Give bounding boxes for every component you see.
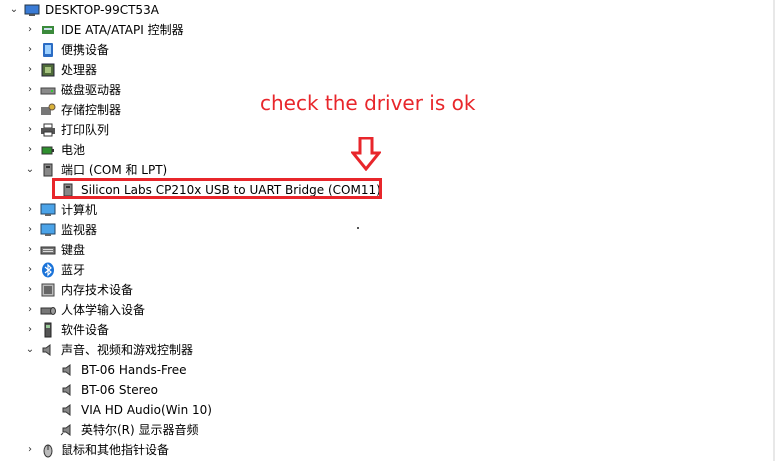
software-device-icon xyxy=(40,322,56,338)
processor-icon xyxy=(40,62,56,78)
speaker-icon xyxy=(60,422,76,438)
printer-icon xyxy=(40,122,56,138)
storage-controller-icon xyxy=(40,102,56,118)
chevron-right-icon[interactable]: › xyxy=(24,220,36,240)
chevron-down-icon[interactable]: ⌄ xyxy=(24,160,36,180)
tree-item-label: 人体学输入设备 xyxy=(61,303,146,317)
chevron-right-icon[interactable]: › xyxy=(24,140,36,160)
hid-icon xyxy=(40,302,56,318)
tree-item-label: BT-06 Hands-Free xyxy=(81,363,187,377)
chevron-right-icon[interactable]: › xyxy=(24,320,36,340)
tree-item-label: 电池 xyxy=(61,143,86,157)
chevron-right-icon[interactable]: › xyxy=(24,260,36,280)
chevron-right-icon[interactable]: › xyxy=(24,80,36,100)
tree-item-label: 磁盘驱动器 xyxy=(61,83,122,97)
memory-icon xyxy=(40,282,56,298)
tree-item-label: IDE ATA/ATAPI 控制器 xyxy=(61,23,184,37)
tree-item-label: 软件设备 xyxy=(61,323,110,337)
tree-item-label: 便携设备 xyxy=(61,43,110,57)
chevron-right-icon[interactable]: › xyxy=(24,60,36,80)
speaker-icon xyxy=(60,402,76,418)
disk-drive-icon xyxy=(40,82,56,98)
battery-icon xyxy=(40,142,56,158)
speaker-icon xyxy=(40,342,56,358)
chevron-down-icon[interactable]: ⌄ xyxy=(8,0,20,20)
chevron-right-icon[interactable]: › xyxy=(24,280,36,300)
tree-item-label: 监视器 xyxy=(61,223,98,237)
mouse-icon xyxy=(40,442,56,458)
tree-item-label: 声音、视频和游戏控制器 xyxy=(61,343,194,357)
speaker-icon xyxy=(60,382,76,398)
keyboard-icon xyxy=(40,242,56,258)
tree-item-label: 端口 (COM 和 LPT) xyxy=(61,163,168,177)
chevron-right-icon[interactable]: › xyxy=(24,100,36,120)
ide-controller-icon xyxy=(40,22,56,38)
tree-item-label: 处理器 xyxy=(61,63,98,77)
root-label: DESKTOP-99CT53A xyxy=(45,3,159,17)
annotation-text: check the driver is ok xyxy=(260,91,476,115)
tree-item-label: 计算机 xyxy=(61,203,98,217)
tree-item-label: 键盘 xyxy=(61,243,86,257)
monitor-icon xyxy=(40,222,56,238)
chevron-right-icon[interactable]: › xyxy=(24,20,36,40)
tree-item-label: 英特尔(R) 显示器音频 xyxy=(81,423,199,437)
chevron-right-icon[interactable]: › xyxy=(24,240,36,260)
speaker-icon xyxy=(60,362,76,378)
monitor-icon xyxy=(40,202,56,218)
tree-item-label: 鼠标和其他指针设备 xyxy=(61,443,170,457)
tree-item-label: BT-06 Stereo xyxy=(81,383,158,397)
tree-item-label: 内存技术设备 xyxy=(61,283,134,297)
tree-item-label: VIA HD Audio(Win 10) xyxy=(81,403,212,417)
highlight-box xyxy=(52,178,382,199)
tree-item-label: 存储控制器 xyxy=(61,103,122,117)
chevron-right-icon[interactable]: › xyxy=(24,200,36,220)
chevron-right-icon[interactable]: › xyxy=(24,40,36,60)
chevron-down-icon[interactable]: ⌄ xyxy=(24,340,36,360)
portable-device-icon xyxy=(40,42,56,58)
computer-icon xyxy=(24,2,40,18)
tree-item-label: 打印队列 xyxy=(61,123,110,137)
chevron-right-icon[interactable]: › xyxy=(24,440,36,460)
chevron-right-icon[interactable]: › xyxy=(24,300,36,320)
port-icon xyxy=(40,162,56,178)
tree-item-label: 蓝牙 xyxy=(61,263,86,277)
stray-dot xyxy=(357,227,359,229)
bluetooth-icon xyxy=(40,262,56,278)
chevron-right-icon[interactable]: › xyxy=(24,120,36,140)
down-arrow-icon xyxy=(351,137,381,171)
